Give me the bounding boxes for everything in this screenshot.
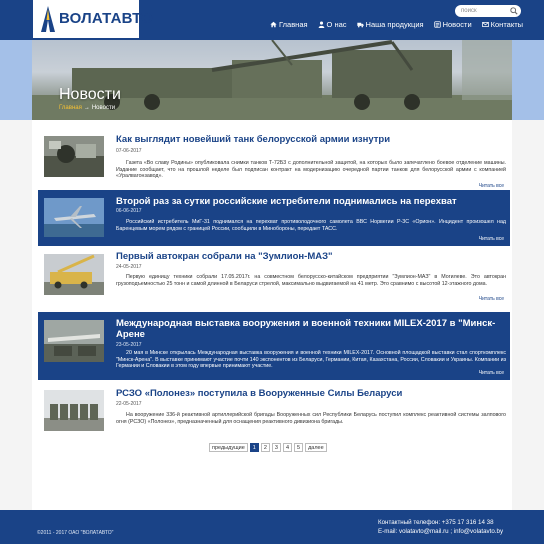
footer-phone: Контактный телефон: +375 17 316 14 38: [378, 519, 494, 526]
page-title: Новости: [59, 86, 121, 103]
home-icon: [270, 21, 277, 27]
news-excerpt: Газета «Во славу Родины» опубликовала сн…: [116, 160, 506, 180]
news-date: 24-05-2017: [116, 264, 142, 270]
read-more-link[interactable]: Читать все: [479, 296, 504, 302]
news-date: 23-05-2017: [116, 342, 142, 348]
footer-email-row: E-mail: volatavto@mail.ru ; info@volatav…: [378, 527, 503, 536]
nav-item-about[interactable]: О нас: [318, 19, 347, 29]
read-more-link[interactable]: Читать все: [479, 183, 504, 189]
nav-label-about: О нас: [326, 19, 347, 29]
footer-contacts: Контактный телефон: +375 17 316 14 38 E-…: [378, 518, 503, 536]
nav-label-news: Новости: [442, 19, 472, 29]
footer-email-secondary[interactable]: info@volatavto.by: [454, 528, 503, 535]
pagination-page-5[interactable]: 5: [294, 443, 304, 452]
breadcrumb-separator: →: [83, 105, 90, 111]
news-excerpt: На вооружение 336-й реактивной артиллери…: [116, 412, 506, 425]
news-title[interactable]: Второй раз за сутки российские истребите…: [116, 196, 506, 207]
read-more-link[interactable]: Читать все: [479, 236, 504, 242]
pagination-next-button[interactable]: далее: [305, 443, 327, 452]
search-icon[interactable]: [510, 7, 518, 15]
nav-item-contacts[interactable]: Контакты: [481, 19, 524, 29]
nav-item-news[interactable]: Новости: [433, 19, 472, 29]
site-footer: ©2011 - 2017 ОАО "ВОЛАТАВТО" Контактный …: [0, 510, 544, 544]
breadcrumb-current: Новости: [91, 105, 116, 111]
nav-item-products[interactable]: Наша продукция: [356, 19, 424, 29]
pagination: предыдущие 1 2 3 4 5 далее: [209, 443, 327, 452]
main-nav: Главная О нас Наша продукция Новости Кон…: [270, 19, 523, 29]
news-thumbnail[interactable]: [44, 198, 104, 237]
news-thumbnail[interactable]: [44, 254, 104, 295]
news-title[interactable]: РСЗО «Полонез» поступила в Вооруженные С…: [116, 388, 506, 399]
nav-label-contacts: Контакты: [490, 19, 524, 29]
pagination-page-4[interactable]: 4: [282, 443, 293, 452]
site-header: ВОЛАТАВТО поиск Главная О нас Наша проду…: [0, 0, 544, 40]
news-title[interactable]: Как выглядит новейший танк белорусской а…: [116, 134, 506, 145]
news-date: 22-05-2017: [116, 401, 142, 407]
read-more-link[interactable]: Читать все: [479, 370, 504, 376]
breadcrumb: Главная → Новости: [59, 105, 115, 111]
news-excerpt: Российский истребитель МиГ-31 поднимался…: [116, 219, 506, 232]
search-box[interactable]: поиск: [455, 5, 521, 17]
news-title[interactable]: Первый автокран собрали на "Зумлион-МАЗ": [116, 251, 506, 262]
news-item: РСЗО «Полонез» поступила в Вооруженные С…: [38, 382, 510, 440]
pagination-page-1[interactable]: 1: [249, 443, 259, 452]
news-thumbnail[interactable]: [44, 136, 104, 177]
logo-mark-icon: [41, 6, 55, 32]
user-icon: [318, 21, 324, 28]
news-date: 06-06-2017: [116, 208, 142, 214]
news-icon: [433, 20, 441, 28]
news-item: Первый автокран собрали на "Зумлион-МАЗ"…: [38, 248, 510, 310]
footer-email-primary[interactable]: E-mail: volatavto@mail.ru: [378, 528, 449, 535]
logo-text: ВОЛАТАВТО: [59, 10, 153, 27]
breadcrumb-home-link[interactable]: Главная: [59, 105, 82, 111]
search-input[interactable]: поиск: [461, 8, 510, 14]
news-item: Международная выставка вооружения и воен…: [38, 312, 510, 380]
news-title[interactable]: Международная выставка вооружения и воен…: [116, 318, 506, 340]
news-item: Второй раз за сутки российские истребите…: [38, 190, 510, 246]
news-excerpt: Первую единицу техники собрали 17.05.201…: [116, 274, 506, 287]
footer-copyright: ©2011 - 2017 ОАО "ВОЛАТАВТО": [37, 530, 114, 536]
news-thumbnail[interactable]: [44, 320, 104, 362]
nav-label-products: Наша продукция: [365, 19, 424, 29]
nav-item-home[interactable]: Главная: [270, 19, 308, 29]
news-excerpt: 20 мая в Минске открылась Международная …: [116, 350, 506, 370]
news-date: 07-06-2017: [116, 148, 142, 154]
news-item: Как выглядит новейший танк белорусской а…: [38, 126, 510, 189]
mail-icon: [481, 21, 489, 27]
site-logo[interactable]: ВОЛАТАВТО: [33, 0, 153, 38]
pagination-page-2[interactable]: 2: [260, 443, 270, 452]
pagination-prev-button[interactable]: предыдущие: [209, 443, 248, 452]
news-thumbnail[interactable]: [44, 390, 104, 431]
pagination-page-3[interactable]: 3: [271, 443, 281, 452]
nav-label-home: Главная: [279, 19, 308, 29]
truck-icon: [356, 22, 364, 27]
